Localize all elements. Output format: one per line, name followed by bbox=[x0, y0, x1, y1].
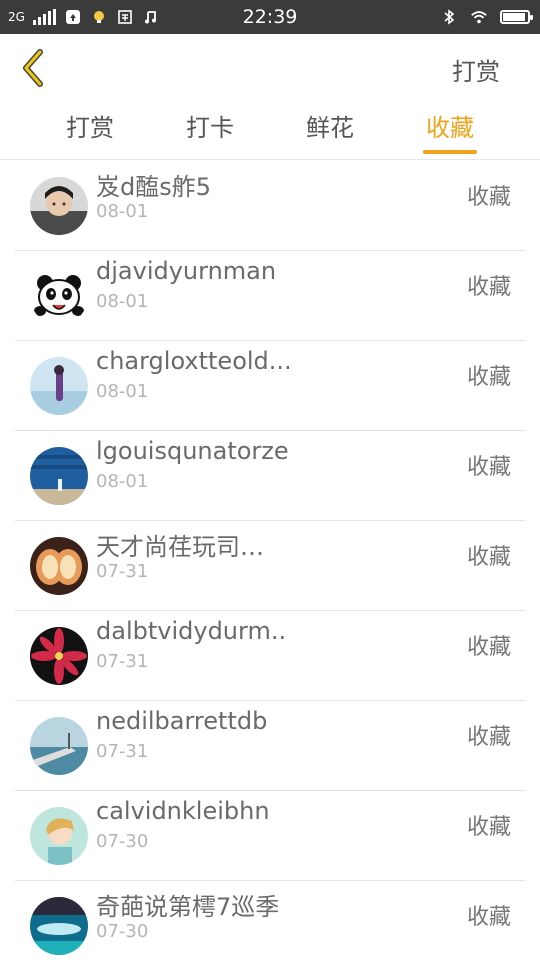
list-item[interactable]: 天才尚荏玩司… 07-31 收藏 bbox=[15, 521, 525, 611]
item-date: 07-30 bbox=[96, 831, 149, 852]
favorite-button[interactable]: 收藏 bbox=[467, 539, 511, 571]
page-title[interactable]: 打赏 bbox=[452, 52, 500, 87]
seaside-photo-icon bbox=[30, 357, 88, 415]
user-name: 岌d醢s舴5 bbox=[96, 173, 212, 201]
item-date: 07-30 bbox=[96, 921, 149, 942]
favorite-button[interactable]: 收藏 bbox=[467, 629, 511, 661]
favorite-button[interactable]: 收藏 bbox=[467, 359, 511, 391]
user-name: calvidnkleibhn bbox=[96, 797, 270, 825]
list-item[interactable]: dalbtvidydurm.. 07-31 收藏 bbox=[15, 611, 525, 701]
battery-level bbox=[503, 13, 525, 21]
blue-wall-photo-icon bbox=[30, 447, 88, 505]
battery-icon bbox=[500, 10, 533, 24]
person-photo-icon bbox=[30, 177, 88, 235]
status-bar: 2G 22:39 bbox=[0, 0, 540, 34]
tab-flowers[interactable]: 鲜花 bbox=[270, 100, 390, 160]
tab-reward[interactable]: 打赏 bbox=[30, 100, 150, 160]
item-date: 08-01 bbox=[96, 381, 149, 402]
avatar bbox=[30, 627, 88, 685]
user-name: lgouisqunatorze bbox=[96, 437, 289, 465]
user-name: 奇葩说第樗7巡季 bbox=[96, 893, 280, 921]
favorite-button[interactable]: 收藏 bbox=[467, 899, 511, 931]
chevron-left-icon bbox=[23, 49, 43, 87]
aquarium-photo-icon bbox=[30, 897, 88, 955]
pier-photo-icon bbox=[30, 717, 88, 775]
avatar bbox=[30, 447, 88, 505]
favorite-button[interactable]: 收藏 bbox=[467, 809, 511, 841]
user-name: 天才尚荏玩司… bbox=[96, 533, 264, 561]
user-name: chargloxtteold... bbox=[96, 347, 292, 375]
item-date: 07-31 bbox=[96, 561, 149, 582]
list-item[interactable]: lgouisqunatorze 08-01 收藏 bbox=[15, 431, 525, 521]
list-item[interactable]: nedilbarrettdb 07-31 收藏 bbox=[15, 701, 525, 791]
avatar bbox=[30, 717, 88, 775]
clock: 22:39 bbox=[242, 6, 298, 28]
item-date: 07-31 bbox=[96, 651, 149, 672]
anime-photo-icon bbox=[30, 807, 88, 865]
list-item[interactable]: 岌d醢s舴5 08-01 收藏 bbox=[15, 161, 525, 251]
item-date: 08-01 bbox=[96, 291, 149, 312]
user-name: nedilbarrettdb bbox=[96, 707, 268, 735]
lily-photo-icon bbox=[30, 627, 88, 685]
favorite-button[interactable]: 收藏 bbox=[467, 719, 511, 751]
active-tab-indicator bbox=[423, 150, 477, 154]
favorite-button[interactable]: 收藏 bbox=[467, 269, 511, 301]
item-date: 08-01 bbox=[96, 201, 149, 222]
list-item[interactable]: calvidnkleibhn 07-30 收藏 bbox=[15, 791, 525, 881]
item-date: 07-31 bbox=[96, 741, 149, 762]
user-name: dalbtvidydurm.. bbox=[96, 617, 287, 645]
back-button[interactable] bbox=[16, 48, 52, 88]
avatar bbox=[30, 537, 88, 595]
avatar bbox=[30, 807, 88, 865]
tab-checkin[interactable]: 打卡 bbox=[150, 100, 270, 160]
list-item[interactable]: chargloxtteold... 08-01 收藏 bbox=[15, 341, 525, 431]
user-name: djavidyurnman bbox=[96, 257, 277, 285]
list-item[interactable]: 奇葩说第樗7巡季 07-30 收藏 bbox=[15, 881, 525, 960]
avatar bbox=[30, 267, 88, 325]
avatar bbox=[30, 177, 88, 235]
list-item[interactable]: djavidyurnman 08-01 收藏 bbox=[15, 251, 525, 341]
header: 打赏 bbox=[0, 34, 540, 100]
item-date: 08-01 bbox=[96, 471, 149, 492]
apple-photo-icon bbox=[30, 537, 88, 595]
panda-icon bbox=[30, 267, 88, 325]
avatar bbox=[30, 357, 88, 415]
user-list: 岌d醢s舴5 08-01 收藏 djavidyurnman 08-01 收藏 c… bbox=[0, 161, 540, 960]
tab-bar: 打赏 打卡 鲜花 收藏 bbox=[0, 100, 540, 160]
favorite-button[interactable]: 收藏 bbox=[467, 449, 511, 481]
avatar bbox=[30, 897, 88, 955]
favorite-button[interactable]: 收藏 bbox=[467, 179, 511, 211]
